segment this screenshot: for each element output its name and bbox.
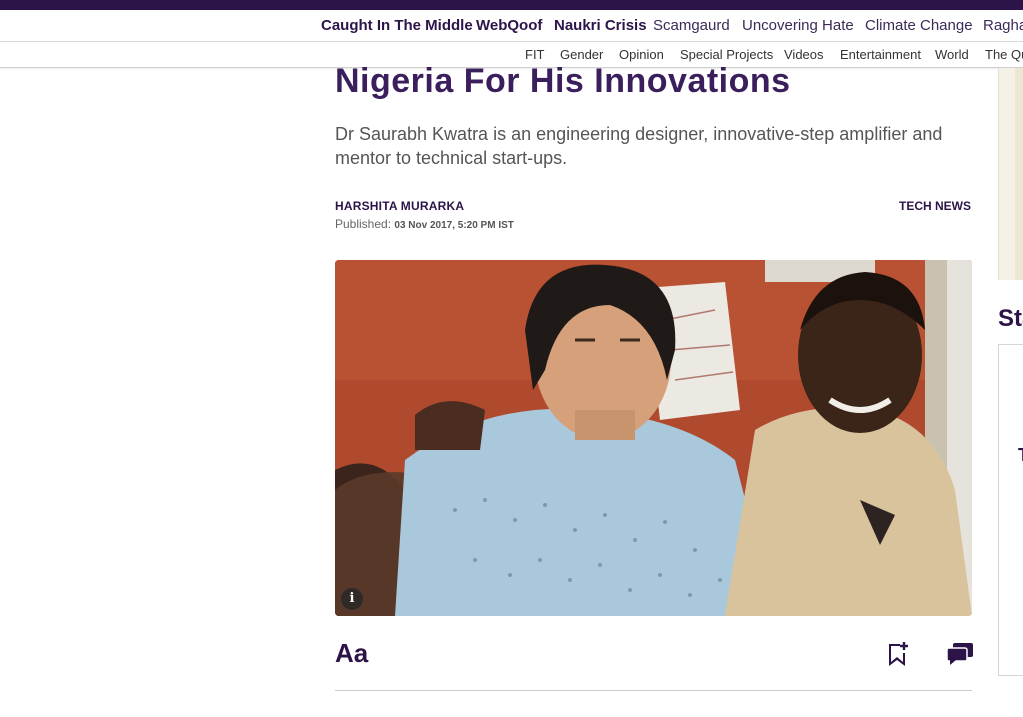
author-link[interactable]: HARSHITA MURARKA xyxy=(335,199,464,213)
article-hero-photo xyxy=(335,260,972,616)
subnav-item-special-projects[interactable]: Special Projects xyxy=(680,47,773,62)
published-line: Published: 03 Nov 2017, 5:20 PM IST xyxy=(335,217,514,231)
subnav-item-opinion[interactable]: Opinion xyxy=(619,47,664,62)
photo-info-icon[interactable]: i xyxy=(341,588,363,610)
subnav-item-entertainment[interactable]: Entertainment xyxy=(840,47,921,62)
article-headline: Nigeria For His Innovations xyxy=(335,62,791,100)
nav-item-uncovering-hate[interactable]: Uncovering Hate xyxy=(742,17,854,34)
nav-item-ragha[interactable]: Ragha xyxy=(983,17,1023,34)
bookmark-add-icon[interactable] xyxy=(886,641,910,667)
nav-item-naukri-crisis[interactable]: Naukri Crisis xyxy=(554,17,647,34)
nav-item-caught-in-the-middle[interactable]: Caught In The Middle xyxy=(321,17,473,34)
subnav-item-gender[interactable]: Gender xyxy=(560,47,603,62)
subnav-item-videos[interactable]: Videos xyxy=(784,47,824,62)
photo-illustration xyxy=(335,260,972,616)
category-link[interactable]: TECH NEWS xyxy=(899,199,971,213)
nav-item-scamgaurd[interactable]: Scamgaurd xyxy=(653,17,730,34)
subnav-item-the-quint[interactable]: The Qu xyxy=(985,47,1023,62)
nav-item-webqoof[interactable]: WebQoof xyxy=(476,17,542,34)
subnav-item-world[interactable]: World xyxy=(935,47,969,62)
comments-icon[interactable] xyxy=(946,642,974,666)
font-size-toggle[interactable]: Aa xyxy=(335,638,368,669)
published-label: Published: xyxy=(335,217,392,231)
sidebar-ad-slot xyxy=(998,68,1023,280)
sidebar-card[interactable]: T xyxy=(998,344,1023,676)
article-summary: Dr Saurabh Kwatra is an engineering desi… xyxy=(335,124,943,168)
primary-nav: Caught In The Middle WebQoof Naukri Cris… xyxy=(0,10,1023,42)
sidebar-heading: Sta xyxy=(998,305,1023,332)
article-divider xyxy=(335,690,972,691)
sidebar-card-mark: T xyxy=(1018,445,1023,466)
nav-item-climate-change[interactable]: Climate Change xyxy=(865,17,973,34)
subnav-item-fit[interactable]: FIT xyxy=(525,47,545,62)
published-date: 03 Nov 2017, 5:20 PM IST xyxy=(394,220,514,231)
top-brand-bar xyxy=(0,0,1023,10)
